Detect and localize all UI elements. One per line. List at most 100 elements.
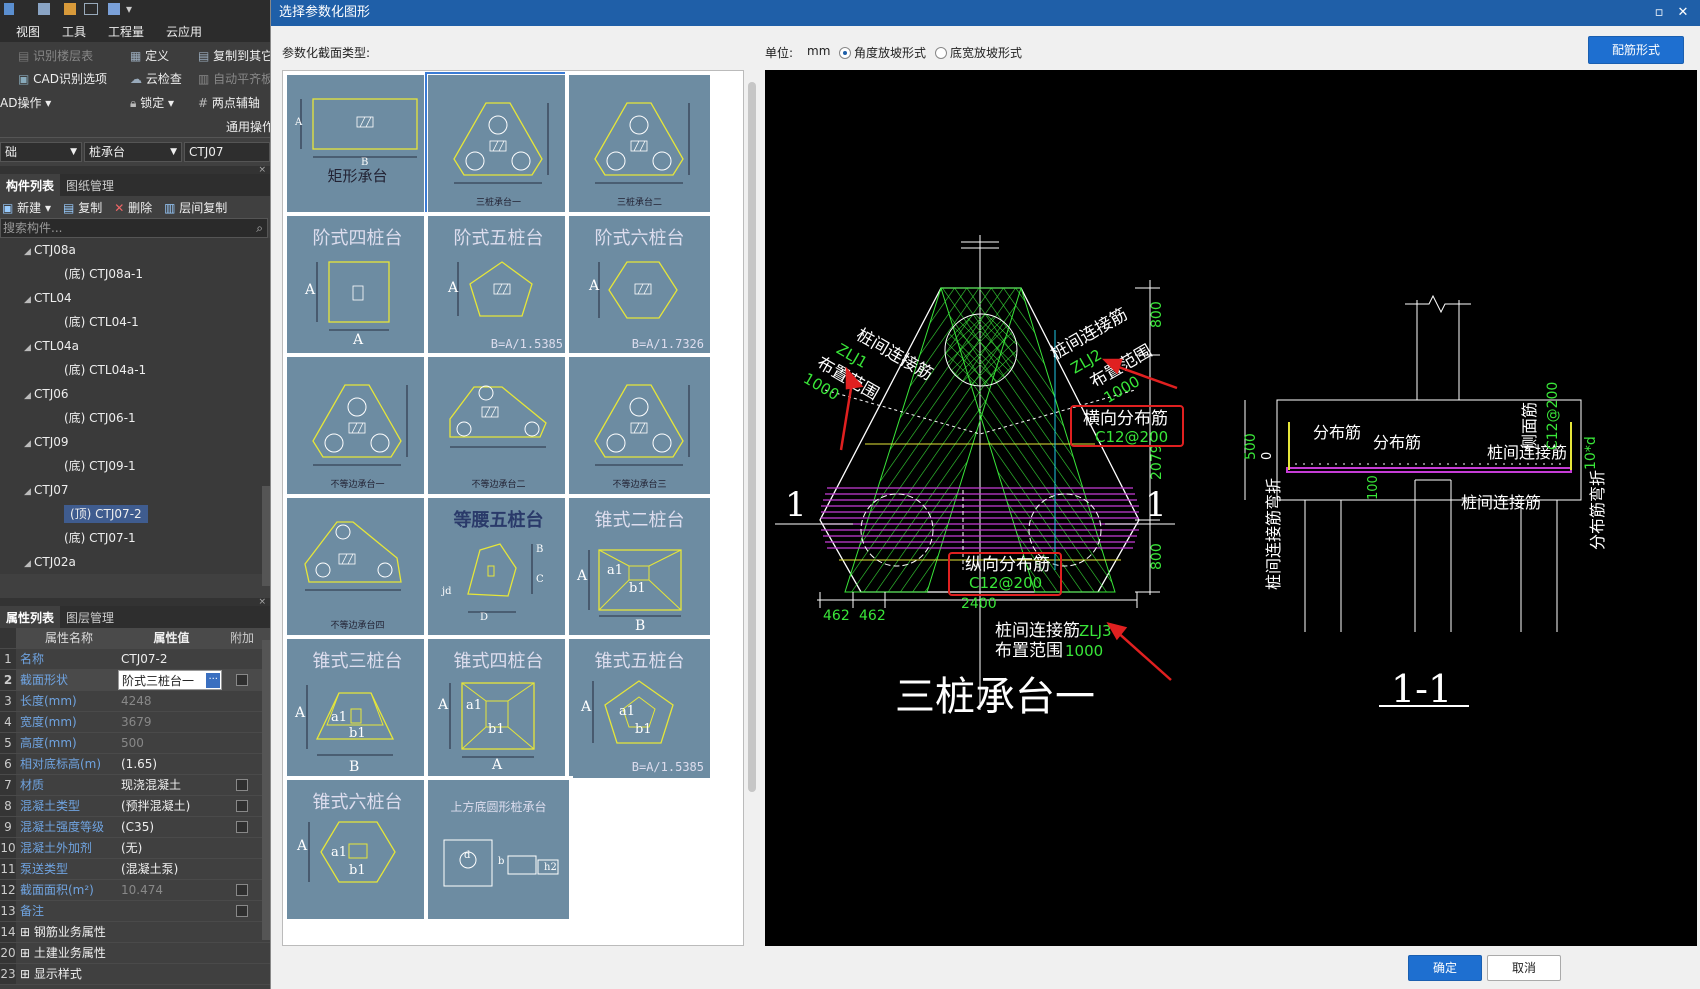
shape-c15[interactable]: 锥式六桩台 Aa1 b1 — [283, 776, 432, 923]
layer-copy-button[interactable]: ▥ 层间复制 — [164, 199, 227, 216]
tree-item[interactable]: (底) CTL04-1 — [0, 310, 270, 334]
tree-item[interactable]: ◢ CTL04 — [0, 286, 270, 310]
property-value[interactable]: (C35) — [118, 817, 222, 837]
gallery-scrollbar[interactable] — [745, 70, 759, 946]
close-icon[interactable]: × — [0, 166, 270, 175]
property-value[interactable] — [118, 943, 222, 963]
shape-c8[interactable]: 不等边承台三 — [565, 353, 714, 500]
property-value[interactable]: CTJ07-2 — [118, 649, 222, 669]
collapse-icon[interactable]: ◢ — [24, 432, 34, 456]
shape-c4[interactable]: 阶式五桩台 B=A/1.5385 A — [424, 212, 573, 359]
maximize-icon[interactable]: ▫ — [1648, 0, 1670, 26]
new-button[interactable]: ▣ 新建 ▾ — [2, 199, 51, 216]
cad-options-button[interactable]: ▣ CAD识别选项 — [18, 70, 107, 87]
auto-align-button[interactable]: ▥ 自动平齐板 — [198, 70, 270, 87]
property-value[interactable]: 4248 — [118, 691, 222, 711]
user-icon[interactable] — [108, 3, 120, 15]
collapse-icon[interactable]: ◢ — [24, 240, 34, 264]
extra-checkbox[interactable] — [236, 779, 248, 791]
property-row[interactable]: 23 ⊞ 显示样式 — [0, 964, 270, 985]
property-value[interactable]: 阶式三桩台一 ··· — [118, 670, 222, 690]
tree-item[interactable]: ◢ CTJ02a — [0, 550, 270, 574]
expand-icon[interactable]: ⊞ — [20, 967, 34, 981]
shape-c3[interactable]: 阶式四桩台 A A — [283, 212, 432, 359]
property-row[interactable]: 3 长度(mm) 4248 — [0, 691, 270, 712]
gallery-scroll-thumb[interactable] — [748, 82, 756, 792]
tree-scrollbar[interactable] — [262, 486, 270, 586]
extra-checkbox[interactable] — [236, 905, 248, 917]
tree-item[interactable]: (底) CTJ06-1 — [0, 406, 270, 430]
collapse-icon[interactable]: ◢ — [24, 288, 34, 312]
tree-item[interactable]: ◢ CTJ08a — [0, 238, 270, 262]
extra-checkbox[interactable] — [236, 800, 248, 812]
copy-to-other-button[interactable]: ▤ 复制到其它 — [198, 47, 270, 64]
shape-c16[interactable]: 上方底圆形桩承台 d b h2 — [424, 776, 573, 923]
ellipsis-button[interactable]: ··· — [206, 673, 220, 688]
app-icon[interactable] — [4, 3, 14, 15]
property-row[interactable]: 13 备注 — [0, 901, 270, 922]
property-row[interactable]: 2 截面形状 阶式三桩台一 ··· — [0, 670, 270, 691]
property-value[interactable]: 500 — [118, 733, 222, 753]
close-icon[interactable]: × — [0, 598, 270, 607]
property-value[interactable]: 10.474 — [118, 880, 222, 900]
extra-checkbox[interactable] — [236, 884, 248, 896]
property-scrollbar[interactable] — [262, 640, 270, 940]
expand-icon[interactable]: ⊞ — [20, 946, 34, 960]
property-value[interactable] — [118, 964, 222, 984]
shape-c14[interactable]: 锥式五桩台 B=A/1.5385 Aa1 b1 — [565, 635, 714, 782]
property-value[interactable]: (无) — [118, 838, 222, 858]
define-button[interactable]: ▦ 定义 — [130, 47, 169, 64]
extra-checkbox[interactable] — [236, 821, 248, 833]
search-icon[interactable]: ⌕ — [256, 219, 263, 237]
cad-ops-group[interactable]: AD操作 ▾ — [0, 94, 51, 111]
floor-type-combo[interactable]: 础 ▼ — [0, 142, 82, 162]
save-icon[interactable] — [38, 3, 50, 15]
property-row[interactable]: 11 泵送类型 (混凝土泵) — [0, 859, 270, 880]
property-row[interactable]: 5 高度(mm) 500 — [0, 733, 270, 754]
tab-cloud[interactable]: 云应用 — [166, 23, 202, 40]
two-point-axis-button[interactable]: # 两点辅轴 — [198, 94, 260, 111]
close-icon[interactable]: ✕ — [1672, 0, 1694, 26]
collapse-icon[interactable]: ◢ — [24, 384, 34, 408]
tree-item[interactable]: ◢ CTJ06 — [0, 382, 270, 406]
property-row[interactable]: 10 混凝土外加剂 (无) — [0, 838, 270, 859]
property-value[interactable]: 现浇混凝土 — [118, 775, 222, 795]
tab-drawing-manage[interactable]: 图纸管理 — [60, 174, 120, 196]
tree-item[interactable]: (底) CTL04a-1 — [0, 358, 270, 382]
rebar-form-button[interactable]: 配筋形式 — [1588, 36, 1684, 64]
shape-c1[interactable]: 三桩承台一 — [424, 71, 573, 218]
tree-item[interactable]: (底) CTJ08a-1 — [0, 262, 270, 286]
property-row[interactable]: 4 宽度(mm) 3679 — [0, 712, 270, 733]
property-value[interactable]: (混凝土泵) — [118, 859, 222, 879]
shape-c9[interactable]: 不等边承台四 — [283, 494, 432, 641]
property-row[interactable]: 9 混凝土强度等级 (C35) — [0, 817, 270, 838]
ok-button[interactable]: 确定 — [1408, 955, 1482, 981]
cancel-button[interactable]: 取消 — [1487, 955, 1561, 981]
tab-quantity[interactable]: 工程量 — [108, 23, 144, 40]
tab-tools[interactable]: 工具 — [62, 23, 86, 40]
property-value[interactable] — [118, 922, 222, 942]
collapse-icon[interactable]: ◢ — [24, 480, 34, 504]
property-row[interactable]: 20 ⊞ 土建业务属性 — [0, 943, 270, 964]
shape-c5[interactable]: 阶式六桩台 B=A/1.7326 A — [565, 212, 714, 359]
grid-icon[interactable] — [84, 3, 98, 15]
property-row[interactable]: 14 ⊞ 钢筋业务属性 — [0, 922, 270, 943]
shape-c7[interactable]: 不等边承台二 — [424, 353, 573, 500]
tab-property-list[interactable]: 属性列表 — [0, 606, 61, 628]
expand-icon[interactable]: ⊞ — [20, 925, 34, 939]
pen-icon[interactable] — [64, 3, 76, 15]
tab-component-list[interactable]: 构件列表 — [0, 174, 61, 196]
shape-c10[interactable]: 等腰五桩台 B C Djd — [424, 494, 573, 641]
extra-checkbox[interactable] — [236, 674, 248, 686]
property-row[interactable]: 1 名称 CTJ07-2 — [0, 649, 270, 670]
tree-item[interactable]: ◢ CTJ09 — [0, 430, 270, 454]
tree-item[interactable]: (顶) CTJ07-2 — [0, 502, 270, 526]
collapse-icon[interactable]: ◢ — [24, 552, 34, 574]
shape-c2[interactable]: 三桩承台二 — [565, 71, 714, 218]
property-value[interactable] — [118, 901, 222, 921]
dropdown-icon[interactable]: ▾ — [126, 2, 132, 16]
collapse-icon[interactable]: ◢ — [24, 336, 34, 360]
tree-item[interactable]: ◢ CTJ07 — [0, 478, 270, 502]
property-value[interactable]: (预拌混凝土) — [118, 796, 222, 816]
lock-button[interactable]: 🔒︎ 锁定 ▾ — [130, 94, 174, 111]
